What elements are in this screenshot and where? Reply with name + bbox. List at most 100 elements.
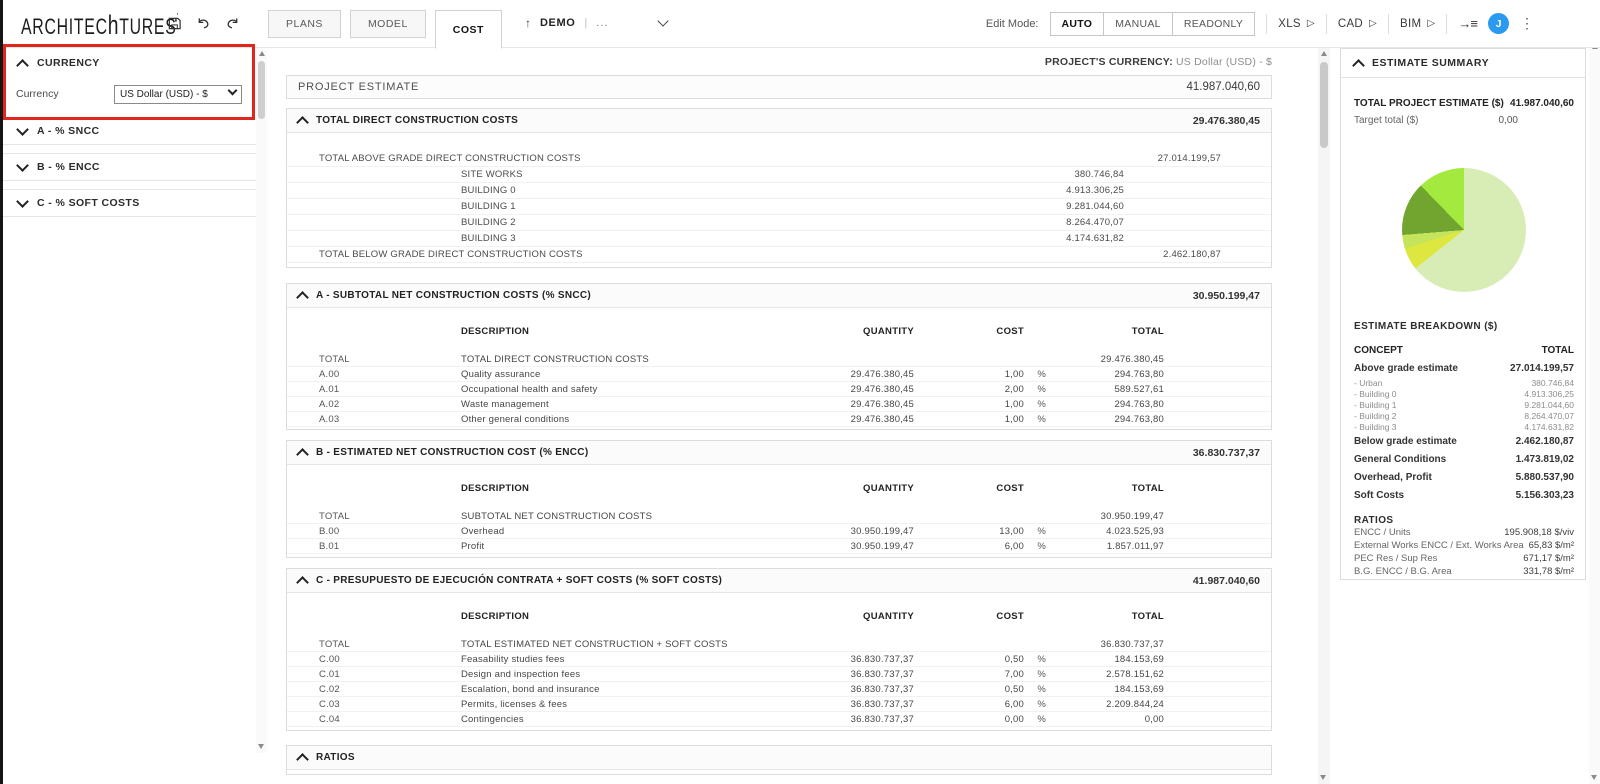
tab-plans[interactable]: PLANS (268, 10, 341, 38)
cell-description: Feasability studies fees (461, 654, 784, 665)
summary-scrollbar[interactable] (1589, 40, 1600, 784)
project-estimate-value: 41.987.040,60 (1186, 81, 1260, 93)
section-header[interactable]: TOTAL DIRECT CONSTRUCTION COSTS 29.476.3… (287, 109, 1271, 133)
project-currency-value: US Dollar (USD) - $ (1176, 56, 1272, 68)
cell-code: C.02 (287, 684, 461, 695)
cell-unit: % (1024, 684, 1046, 695)
breakdown-value: 380.746,84 (1531, 378, 1574, 388)
row-value: 380.746,84 (1074, 169, 1124, 180)
section-header[interactable]: A - SUBTOTAL NET CONSTRUCTION COSTS (% S… (287, 284, 1271, 308)
tab-cost[interactable]: COST (435, 10, 502, 49)
edit-mode-readonly-button[interactable]: READONLY (1172, 13, 1254, 35)
sidebar-panel-a-sncc[interactable]: A - % SNCC (3, 117, 256, 145)
row-value: 8.264.470,07 (1066, 217, 1124, 228)
cell-description: Overhead (461, 526, 784, 537)
breakdown-row: Soft Costs5.156.303,23 (1354, 486, 1574, 504)
cell-cost: 7,00 (914, 669, 1024, 680)
cell-quantity: 36.830.737,37 (784, 714, 914, 725)
save-icon[interactable] (166, 15, 182, 31)
edit-mode-auto-button[interactable]: AUTO (1051, 13, 1104, 35)
section-title: TOTAL DIRECT CONSTRUCTION COSTS (316, 115, 1184, 126)
panel-label: C - % SOFT COSTS (37, 197, 140, 209)
target-total-label: Target total ($) (1354, 115, 1499, 126)
app-header: ARCHITEChTURES’ PLANSMODELCOST ↑ DEMO | … (3, 0, 1600, 48)
open-panel-icon[interactable]: →≡ (1458, 16, 1477, 31)
total-project-estimate-row: TOTAL PROJECT ESTIMATE ($) 41.987.040,60 (1354, 96, 1574, 111)
breakdown-label: - Building 1 (1354, 400, 1524, 410)
breakdown-label: - Building 2 (1354, 411, 1524, 421)
cell-total: 4.023.525,93 (1046, 526, 1164, 537)
export-buttons: XLS▷ CAD▷ BIM▷ (1278, 14, 1435, 34)
scrollbar-thumb[interactable] (1320, 62, 1328, 148)
tab-model[interactable]: MODEL (350, 10, 426, 38)
sidebar-panel-c-soft-costs[interactable]: C - % SOFT COSTS (3, 189, 256, 217)
breakdown-value: 2.462.180,87 (1516, 436, 1574, 447)
col-cost: COST (914, 483, 1024, 494)
panel-label: B - % ENCC (37, 161, 100, 173)
breakdown-row: - Building 28.264.470,07 (1354, 410, 1574, 421)
project-selector[interactable]: ↑ DEMO | ... (525, 16, 667, 30)
kebab-menu-icon[interactable]: ⋮ (1520, 15, 1534, 32)
section-total: 36.830.737,37 (1193, 447, 1260, 459)
cell-unit: % (1024, 714, 1046, 725)
chevron-down-icon[interactable] (658, 15, 669, 26)
chevron-up-icon (296, 576, 309, 589)
breakdown-label: Below grade estimate (1354, 436, 1516, 447)
breakdown-rows: Above grade estimate27.014.199,57- Urban… (1354, 359, 1574, 504)
section-total: 29.476.380,45 (1193, 115, 1260, 127)
cell-code: C.00 (287, 654, 461, 665)
cell-unit: % (1024, 414, 1046, 425)
scroll-down-arrow-icon[interactable] (1591, 775, 1597, 780)
sidebar-panel-currency[interactable]: CURRENCY (3, 51, 256, 75)
currency-field-label: Currency (16, 88, 114, 100)
cell-cost: 6,00 (914, 541, 1024, 552)
col-total: TOTAL (1046, 326, 1164, 337)
scroll-down-arrow-icon[interactable] (258, 744, 264, 749)
scrollbar-thumb[interactable] (258, 61, 265, 119)
scroll-up-arrow-icon[interactable] (259, 51, 265, 56)
section-header[interactable]: C - PRESUPUESTO DE EJECUCIÓN CONTRATA + … (287, 569, 1271, 593)
estimate-summary-header[interactable]: ESTIMATE SUMMARY (1341, 49, 1585, 78)
table-row: C.02Escalation, bond and insurance36.830… (287, 682, 1271, 697)
cad-export-button[interactable]: CAD▷ (1338, 18, 1377, 30)
sidebar-panel-b-encc[interactable]: B - % ENCC (3, 153, 256, 181)
cell-code: C.01 (287, 669, 461, 680)
avatar[interactable]: J (1488, 13, 1509, 34)
cell-total: 30.950.199,47 (1046, 511, 1164, 522)
main-scrollbar[interactable] (1318, 47, 1330, 784)
redo-icon[interactable] (224, 15, 240, 31)
undo-icon[interactable] (195, 15, 211, 31)
breakdown-value: 4.174.631,82 (1524, 422, 1574, 432)
row-label: BUILDING 0 (461, 185, 1066, 196)
breakdown-value: 4.913.306,25 (1524, 389, 1574, 399)
cell-cost: 0,00 (914, 714, 1024, 725)
project-currency-note: PROJECT'S CURRENCY: US Dollar (USD) - $ (1045, 56, 1272, 68)
section-header[interactable]: RATIOS (287, 746, 1271, 770)
sidebar-scrollbar[interactable] (256, 47, 267, 753)
target-total-value[interactable]: 0,00 (1499, 115, 1518, 126)
section-title: RATIOS (316, 752, 1260, 763)
section-header[interactable]: B - ESTIMATED NET CONSTRUCTION COST (% E… (287, 441, 1271, 465)
direct-cost-row: BUILDING 28.264.470,07 (287, 215, 1271, 231)
breakdown-row: Overhead, Profit5.880.537,90 (1354, 468, 1574, 486)
currency-select[interactable]: US Dollar (USD) - $ (114, 85, 242, 104)
cell-quantity: 36.830.737,37 (784, 684, 914, 695)
breakdown-label: Above grade estimate (1354, 363, 1510, 374)
cell-unit: % (1024, 399, 1046, 410)
project-more: ... (596, 17, 608, 29)
scroll-up-arrow-icon[interactable] (1321, 51, 1327, 56)
cost-settings-sidebar: CURRENCY Currency US Dollar (USD) - $ A … (3, 47, 256, 784)
edit-mode-manual-button[interactable]: MANUAL (1103, 13, 1172, 35)
xls-export-button[interactable]: XLS▷ (1278, 18, 1315, 30)
table-row: C.01Design and inspection fees36.830.737… (287, 667, 1271, 682)
row-value: 27.014.199,57 (1158, 153, 1221, 164)
section-rows: TOTALTOTAL ESTIMATED NET CONSTRUCTION + … (287, 627, 1271, 727)
cell-description: Profit (461, 541, 784, 552)
bim-export-button[interactable]: BIM▷ (1400, 18, 1435, 30)
scroll-down-arrow-icon[interactable] (1320, 775, 1326, 780)
breakdown-label: Soft Costs (1354, 490, 1516, 501)
cell-description: Other general conditions (461, 414, 784, 425)
cell-unit: % (1024, 654, 1046, 665)
cell-quantity: 29.476.380,45 (784, 399, 914, 410)
cell-unit: % (1024, 526, 1046, 537)
